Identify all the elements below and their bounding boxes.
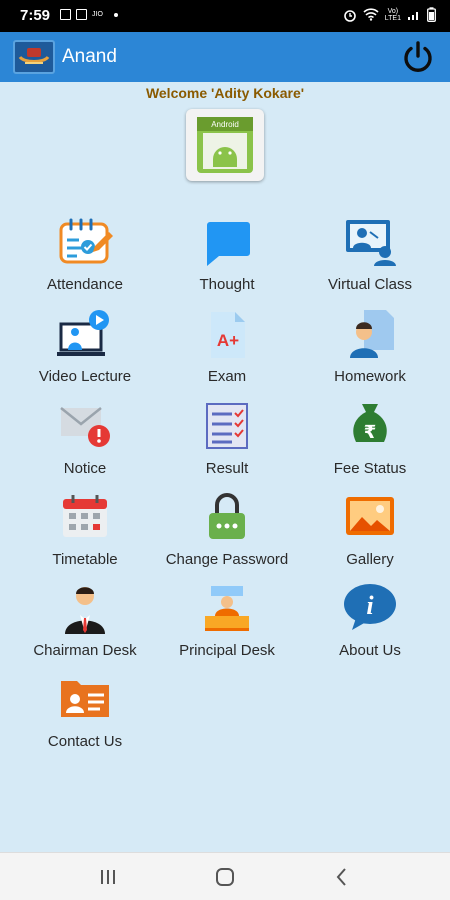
thought-label: Thought <box>199 276 255 293</box>
alarm-icon <box>343 9 356 22</box>
back-icon[interactable] <box>328 865 356 889</box>
menu-virtual-class[interactable]: Virtual Class <box>295 216 445 294</box>
about-us-label: About Us <box>339 642 401 659</box>
principal-desk-label: Principal Desk <box>179 642 275 659</box>
status-time: 7:59 <box>20 7 51 24</box>
jio-notification-icon: JIO <box>92 11 103 18</box>
money-bag-icon: ₹ <box>353 404 387 443</box>
menu-fee-status[interactable]: ₹ Fee Status <box>295 400 445 478</box>
notification-icons: JIO <box>60 9 118 20</box>
lock-icon <box>209 493 245 539</box>
menu-contact-us[interactable]: Contact Us <box>10 673 160 751</box>
chairman-desk-label: Chairman Desk <box>33 642 137 659</box>
android-avatar-icon: Android <box>197 117 253 173</box>
exam-label: Exam <box>207 368 247 385</box>
timetable-label: Timetable <box>52 551 118 568</box>
menu-thought[interactable]: Thought <box>152 216 302 294</box>
homework-label: Homework <box>334 368 406 385</box>
app-bar: Anand <box>0 32 450 82</box>
menu-notice[interactable]: Notice <box>10 400 160 478</box>
notice-label: Notice <box>63 460 107 477</box>
chat-bubble-icon <box>207 222 250 266</box>
info-icon: i <box>344 584 396 630</box>
profile-avatar[interactable]: Android <box>186 109 264 181</box>
calendar-icon <box>63 495 107 537</box>
notice-mail-icon <box>60 407 110 447</box>
result-checklist-icon <box>206 403 248 449</box>
system-nav-bar <box>0 852 450 900</box>
gallery-image-icon <box>346 497 394 535</box>
recent-apps-icon[interactable] <box>94 865 122 889</box>
menu-change-password[interactable]: Change Password <box>152 491 302 569</box>
home-icon[interactable] <box>211 865 239 889</box>
change-password-label: Change Password <box>165 551 289 568</box>
signal-icon <box>408 11 418 20</box>
menu-timetable[interactable]: Timetable <box>10 491 160 569</box>
menu-result[interactable]: Result <box>152 400 302 478</box>
menu-principal-desk[interactable]: Principal Desk <box>152 582 302 660</box>
contact-us-label: Contact Us <box>47 733 123 750</box>
menu-gallery[interactable]: Gallery <box>295 491 445 569</box>
menu-attendance[interactable]: Attendance <box>10 216 160 294</box>
virtual-class-icon <box>346 220 396 266</box>
result-label: Result <box>205 460 249 477</box>
network-indicator: Vo) LTE1 <box>384 7 401 22</box>
svg-text:Android: Android <box>211 120 239 129</box>
video-lecture-label: Video Lecture <box>38 368 132 385</box>
attendance-label: Attendance <box>47 276 123 293</box>
menu-homework[interactable]: Homework <box>295 308 445 386</box>
exam-grade-icon: A+ <box>211 312 245 358</box>
virtual-class-label: Virtual Class <box>328 276 412 293</box>
fee-status-label: Fee Status <box>333 460 407 477</box>
video-lecture-icon <box>57 310 109 356</box>
svg-text:i: i <box>366 591 374 620</box>
menu-video-lecture[interactable]: Video Lecture <box>10 308 160 386</box>
app-title: Anand <box>62 46 117 67</box>
homework-icon <box>350 310 394 358</box>
gallery-notification-icon <box>60 9 71 20</box>
menu-about-us[interactable]: i About Us <box>295 582 445 660</box>
status-bar: 7:59 JIO Vo) LTE1 <box>0 0 450 32</box>
contact-card-icon <box>61 681 109 717</box>
menu-exam[interactable]: A+ Exam <box>152 308 302 386</box>
chairman-icon <box>65 587 105 634</box>
school-logo-icon <box>13 40 55 74</box>
power-icon[interactable] <box>400 39 436 75</box>
menu-chairman-desk[interactable]: Chairman Desk <box>10 582 160 660</box>
battery-icon <box>427 7 436 22</box>
more-notifications-icon <box>113 12 118 17</box>
app-notification-icon <box>76 9 87 20</box>
system-icons: Vo) LTE1 <box>343 7 436 22</box>
svg-text:₹: ₹ <box>364 422 377 443</box>
principal-desk-icon <box>205 586 249 631</box>
svg-text:A+: A+ <box>217 331 239 350</box>
wifi-icon <box>363 8 379 21</box>
welcome-text: Welcome 'Adity Kokare' <box>145 85 305 101</box>
gallery-label: Gallery <box>346 551 394 568</box>
attendance-icon <box>59 218 113 264</box>
